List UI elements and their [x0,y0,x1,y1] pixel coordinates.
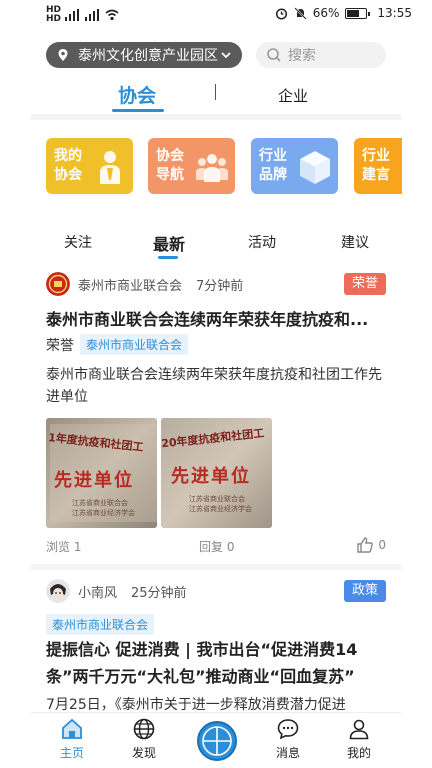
post-time: 7分钟前 [196,278,244,294]
signal-icon [85,9,101,21]
post-header: 小南风 25分钟前 政策 [46,578,386,604]
active-subtab-indicator [158,256,178,259]
nav-discover[interactable]: 发现 [119,717,169,761]
post-image[interactable]: 1年度抗疫和社团工 先进单位 江苏省商业联合会 江苏省商业经济学会 [46,418,157,528]
view-count: 浏览 1 [46,540,82,554]
tab-association[interactable]: 协会 [118,81,156,108]
post-title[interactable]: 提振信心 促进消费 | 我市出台“促进消费14条”两千万元“大礼包”推动商业“回… [46,636,386,690]
post-meta: 泰州市商业联合会 [46,614,155,635]
org-tag[interactable]: 泰州市商业联合会 [46,614,155,635]
subtab-latest[interactable]: 最新 [153,231,185,255]
nav-messages[interactable]: 消息 [263,717,313,761]
plaque-issuer-text-2: 江苏省商业经济学会 [72,509,135,517]
post-time: 25分钟前 [131,585,187,601]
alarm-icon [275,7,287,20]
home-icon [62,718,82,739]
post-category: 荣誉 [46,337,74,354]
globe-icon [133,718,155,740]
post-author[interactable]: 泰州市商业联合会 [78,275,182,294]
active-tab-indicator [112,109,164,112]
nav-label: 主页 [59,746,84,760]
search-box[interactable]: 搜索 [256,42,386,68]
battery-percent: 66% [312,6,340,20]
nav-label: 发现 [131,746,156,760]
search-icon [267,48,281,62]
org-tag[interactable]: 泰州市商业联合会 [80,334,189,355]
plaque-issuer-text: 江苏省商业联合会 [72,499,128,507]
subtab-activity[interactable]: 活动 [248,232,276,252]
post-title[interactable]: 泰州市商业联合会连续两年荣获年度抗疫和... [46,306,386,333]
nav-home[interactable]: 主页 [47,717,97,761]
post-tag: 政策 [343,580,386,602]
clock: 13:55 [377,6,412,20]
feature-cards: 我的 协会 协会 导航 行业 品牌 行业 建言 [46,138,402,194]
person-icon [100,151,120,184]
avatar[interactable] [46,272,70,296]
card-industry-brand[interactable]: 行业 品牌 [251,138,338,194]
cube-icon [300,151,330,184]
post-meta: 荣誉 泰州市商业联合会 [46,334,189,355]
post-stats: 浏览 1 回复 0 0 [46,536,386,556]
nav-mine[interactable]: 我的 [334,717,384,761]
reply-count[interactable]: 回复 0 [199,538,234,555]
message-icon [277,719,299,740]
mute-icon [294,6,307,20]
post-author[interactable]: 小南风 [78,582,117,601]
top-tabs: 协会 企业 [46,78,386,114]
nav-label: 消息 [275,746,300,760]
card-label-line2: 建言 [362,167,390,183]
post-header: 泰州市商业联合会 7分钟前 荣誉 [46,271,386,297]
user-icon [349,719,369,740]
tab-separator [215,84,216,100]
status-right: 66% 13:55 [275,6,412,20]
post-tag: 荣誉 [343,273,386,295]
location-pin-icon [58,49,68,61]
status-bar: HD HD 66% 13:55 [0,0,432,30]
card-association-nav[interactable]: 协会 导航 [148,138,235,194]
sub-tabs: 关注 最新 活动 建议 [46,231,386,259]
plaque-main-text: 先进单位 [171,466,251,487]
search-placeholder: 搜索 [288,48,316,64]
location-selector[interactable]: 泰州文化创意产业园区 [46,42,242,68]
publish-button[interactable] [197,721,237,761]
card-my-association[interactable]: 我的 协会 [46,138,133,194]
location-label: 泰州文化创意产业园区 [78,48,218,64]
crosshair-icon [202,726,232,756]
section-divider [31,114,401,120]
plaque-issuer-text-2: 江苏省商业经济学会 [189,505,252,513]
post-body[interactable]: 泰州市商业联合会连续两年荣获年度抗疫和社团工作先进单位 [46,364,386,408]
group-icon [196,154,228,182]
card-label-line1: 行业 [362,148,390,164]
battery-icon [345,7,371,19]
plaque-issuer-text: 江苏省商业联合会 [189,495,245,503]
signal-icon [65,9,81,21]
subtab-follow[interactable]: 关注 [64,232,92,252]
bottom-nav: 主页 发现 消息 我的 [31,712,401,768]
tab-enterprise[interactable]: 企业 [278,85,308,106]
like-count: 0 [378,538,386,552]
signal-indicators: HD HD [46,6,119,24]
section-divider [31,564,401,570]
avatar[interactable] [46,579,70,603]
plaque-main-text: 先进单位 [54,470,134,491]
chevron-down-icon [221,52,231,59]
post-image[interactable]: 20年度抗疫和社团工 先进单位 江苏省商业联合会 江苏省商业经济学会 [161,418,272,528]
subtab-suggestion[interactable]: 建议 [341,232,369,252]
sim-icon: HD HD [46,5,62,24]
card-industry-advice[interactable]: 行业 建言 [354,138,402,194]
nav-label: 我的 [346,746,371,760]
wifi-icon [105,9,119,21]
like-button[interactable]: 0 [356,536,386,554]
thumbs-up-icon [357,537,374,553]
